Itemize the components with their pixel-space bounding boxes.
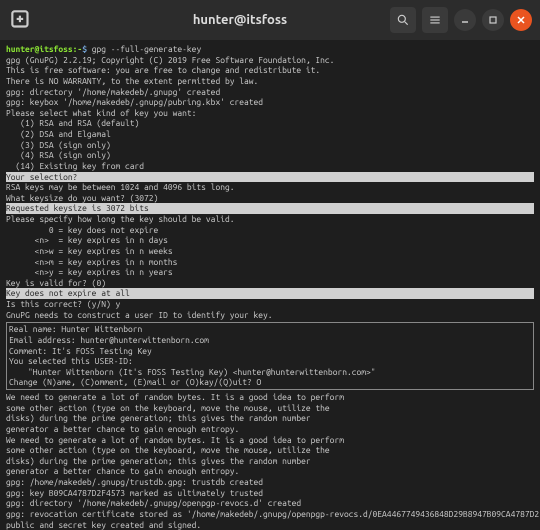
box-line: "Hunter Wittenborn (It's FOSS Testing Ke… — [9, 367, 531, 378]
output-line: gpg: keybox '/home/makedeb/.gnupg/pubrin… — [6, 97, 534, 108]
output-line-highlight: Your selection? — [6, 172, 534, 183]
output-line: (14) Existing key from card — [6, 161, 534, 172]
minimize-button[interactable] — [454, 9, 476, 31]
box-line: Real name: Hunter Wittenborn — [9, 324, 531, 335]
prompt-userhost: hunter@itsfoss — [6, 44, 73, 54]
window-title: hunter@itsfoss — [108, 13, 372, 27]
command: gpg --full-generate-key — [92, 44, 201, 54]
output-line: Please specify how long the key should b… — [6, 214, 534, 225]
output-line: (3) DSA (sign only) — [6, 140, 534, 151]
output-line: We need to generate a lot of random byte… — [6, 392, 534, 403]
output-line: (2) DSA and Elgamal — [6, 129, 534, 140]
output-line-highlight: Key does not expire at all — [6, 288, 534, 299]
output-line: We need to generate a lot of random byte… — [6, 435, 534, 446]
output-line: GnuPG needs to construct a user ID to id… — [6, 310, 534, 321]
output-line: <n>m = key expires in n months — [6, 257, 534, 268]
output-line: disks) during the prime generation; this… — [6, 413, 534, 424]
user-id-box: Real name: Hunter Wittenborn Email addre… — [6, 322, 534, 390]
output-line: Please select what kind of key you want: — [6, 108, 534, 119]
close-button[interactable] — [510, 9, 532, 31]
box-line: Email address: hunter@hunterwittenborn.c… — [9, 335, 531, 346]
output-line: gpg: key B09CA4787D2F4573 marked as ulti… — [6, 488, 534, 499]
output-line: This is free software: you are free to c… — [6, 65, 534, 76]
output-line: generator a better chance to gain enough… — [6, 424, 534, 435]
output-line: gpg: /home/makedeb/.gnupg/trustdb.gpg: t… — [6, 477, 534, 488]
maximize-button[interactable] — [482, 9, 504, 31]
output-line: <n>w = key expires in n weeks — [6, 246, 534, 257]
output-line: gpg: directory '/home/makedeb/.gnupg' cr… — [6, 87, 534, 98]
output-line: gpg: revocation certificate stored as '/… — [6, 509, 534, 520]
output-line: generator a better chance to gain enough… — [6, 466, 534, 477]
output-line-highlight: Requested keysize is 3072 bits — [6, 203, 534, 214]
box-line: Change (N)ame, (C)omment, (E)mail or (O)… — [9, 377, 531, 388]
output-line: What keysize do you want? (3072) — [6, 193, 534, 204]
output-line: Key is valid for? (0) — [6, 278, 534, 289]
output-line: some other action (type on the keyboard,… — [6, 403, 534, 414]
titlebar: hunter@itsfoss — [0, 0, 540, 40]
hamburger-menu-button[interactable] — [422, 7, 448, 33]
output-line: public and secret key created and signed… — [6, 520, 534, 530]
new-tab-button[interactable] — [8, 7, 34, 33]
search-button[interactable] — [390, 7, 416, 33]
output-line: 0 = key does not expire — [6, 225, 534, 236]
output-line: disks) during the prime generation; this… — [6, 456, 534, 467]
output-line: gpg (GnuPG) 2.2.19; Copyright (C) 2019 F… — [6, 55, 534, 66]
output-line: <n> = key expires in n days — [6, 235, 534, 246]
output-line: RSA keys may be between 1024 and 4096 bi… — [6, 182, 534, 193]
output-line: some other action (type on the keyboard,… — [6, 445, 534, 456]
output-line: (1) RSA and RSA (default) — [6, 118, 534, 129]
output-line: There is NO WARRANTY, to the extent perm… — [6, 76, 534, 87]
box-line: Comment: It's FOSS Testing Key — [9, 346, 531, 357]
terminal-viewport[interactable]: hunter@itsfoss:-$ gpg --full-generate-ke… — [0, 40, 540, 530]
output-line: Is this correct? (y/N) y — [6, 299, 534, 310]
output-line: (4) RSA (sign only) — [6, 150, 534, 161]
output-line: <n>y = key expires in n years — [6, 267, 534, 278]
output-line: gpg: directory '/home/makedeb/.gnupg/ope… — [6, 498, 534, 509]
box-line: You selected this USER-ID: — [9, 356, 531, 367]
